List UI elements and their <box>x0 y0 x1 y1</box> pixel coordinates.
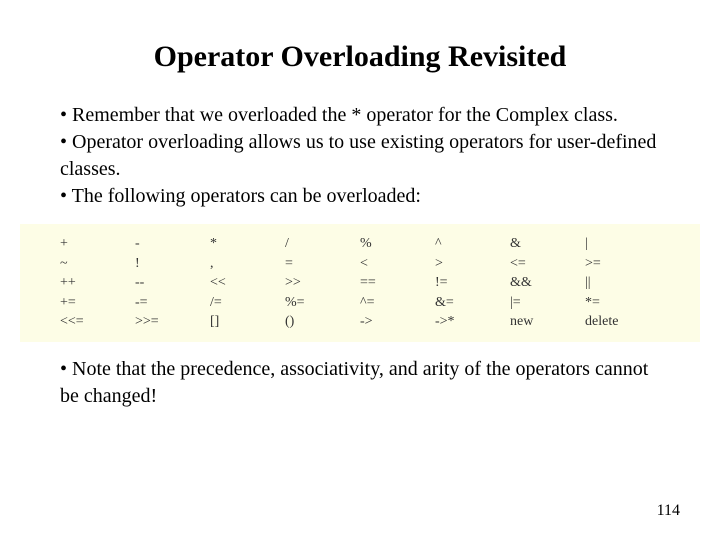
op-cell: ! <box>135 254 210 274</box>
op-cell: new <box>510 312 585 332</box>
op-cell: *= <box>585 293 660 313</box>
op-cell: & <box>510 234 585 254</box>
op-cell: &= <box>435 293 510 313</box>
op-cell: -= <box>135 293 210 313</box>
op-cell: ^ <box>435 234 510 254</box>
op-cell: != <box>435 273 510 293</box>
op-cell: || <box>585 273 660 293</box>
op-cell: %= <box>285 293 360 313</box>
table-row: ++ -- << >> == != && || <box>60 273 660 293</box>
table-row: + - * / % ^ & | <box>60 234 660 254</box>
op-cell: == <box>360 273 435 293</box>
bullet-3: • The following operators can be overloa… <box>60 183 660 210</box>
op-cell: -- <box>135 273 210 293</box>
bullet-2: • Operator overloading allows us to use … <box>60 129 660 183</box>
op-cell: -> <box>360 312 435 332</box>
body-text-top: • Remember that we overloaded the * oper… <box>60 102 660 210</box>
op-cell: = <box>285 254 360 274</box>
op-cell: ++ <box>60 273 135 293</box>
op-cell: ->* <box>435 312 510 332</box>
op-cell: % <box>360 234 435 254</box>
op-cell: ~ <box>60 254 135 274</box>
op-cell: () <box>285 312 360 332</box>
op-cell: >>= <box>135 312 210 332</box>
op-cell: * <box>210 234 285 254</box>
op-cell: <= <box>510 254 585 274</box>
slide: Operator Overloading Revisited • Remembe… <box>0 0 720 540</box>
table-row: += -= /= %= ^= &= |= *= <box>60 293 660 313</box>
op-cell: < <box>360 254 435 274</box>
op-cell: > <box>435 254 510 274</box>
op-cell: >> <box>285 273 360 293</box>
op-cell: - <box>135 234 210 254</box>
op-cell: | <box>585 234 660 254</box>
body-text-bottom: • Note that the precedence, associativit… <box>60 356 660 410</box>
op-cell: ^= <box>360 293 435 313</box>
page-number: 114 <box>657 502 680 520</box>
op-cell: /= <box>210 293 285 313</box>
op-cell: delete <box>585 312 660 332</box>
bullet-1: • Remember that we overloaded the * oper… <box>60 102 660 129</box>
op-cell: , <box>210 254 285 274</box>
op-cell: + <box>60 234 135 254</box>
op-cell: <<= <box>60 312 135 332</box>
table-row: ~ ! , = < > <= >= <box>60 254 660 274</box>
bullet-4: • Note that the precedence, associativit… <box>60 356 660 410</box>
slide-title: Operator Overloading Revisited <box>60 40 660 74</box>
op-cell: / <box>285 234 360 254</box>
op-cell: |= <box>510 293 585 313</box>
op-cell: >= <box>585 254 660 274</box>
op-cell: += <box>60 293 135 313</box>
op-cell: && <box>510 273 585 293</box>
op-cell: [] <box>210 312 285 332</box>
op-cell: << <box>210 273 285 293</box>
table-row: <<= >>= [] () -> ->* new delete <box>60 312 660 332</box>
operator-table: + - * / % ^ & | ~ ! , = < > <= >= ++ -- … <box>20 224 700 342</box>
